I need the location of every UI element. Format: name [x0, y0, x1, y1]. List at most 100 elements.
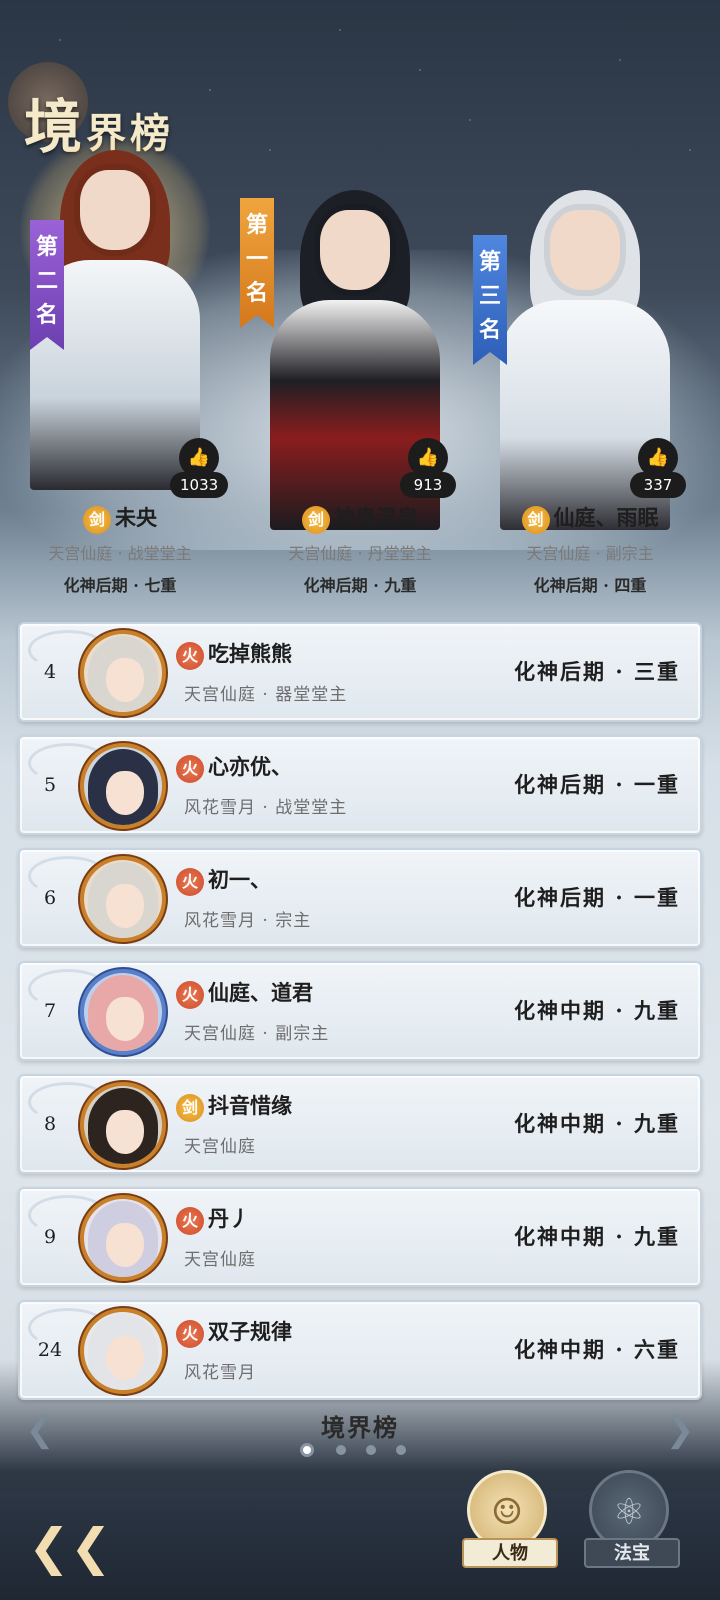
character-face	[320, 210, 390, 290]
ranking-row-self[interactable]: 24 火双子规律 风花雪月 化神中期 · 六重	[18, 1300, 702, 1400]
top-three-podium: 第二名 第一名 第三名 👍 1033 👍 913 👍 337 剑未央 天宫仙庭 …	[0, 130, 720, 610]
player-realm: 化神后期 · 七重	[63, 575, 177, 595]
rank-number: 4	[43, 661, 57, 683]
character-face	[80, 170, 150, 250]
avatar-face	[106, 1336, 144, 1380]
avatar-face	[106, 1223, 144, 1267]
page-dot-active[interactable]	[300, 1443, 314, 1457]
rank-number: 7	[43, 1000, 57, 1022]
like-count: 1033	[180, 476, 219, 494]
player-sect: 天宫仙庭 · 副宗主	[184, 1024, 330, 1044]
fire-element-icon: 火	[176, 867, 204, 896]
avatar-face	[106, 1110, 144, 1154]
avatar[interactable]	[80, 856, 166, 942]
rank-number: 5	[43, 774, 57, 796]
page-dot[interactable]	[396, 1445, 406, 1455]
player-realm: 化神中期 · 九重	[514, 1111, 680, 1136]
player-name: 初一、	[208, 867, 271, 892]
fire-element-icon: 火	[176, 1319, 204, 1348]
like-counter-rank-3[interactable]: 👍 337	[630, 438, 686, 498]
rank-number: 6	[43, 887, 57, 909]
ranking-row[interactable]: 6 火初一、 风花雪月 · 宗主 化神后期 · 一重	[18, 848, 702, 948]
like-counter-rank-1[interactable]: 👍 913	[400, 438, 456, 498]
player-name-line: 剑仙庭、雨眠	[475, 502, 705, 534]
rank-banner-1: 第一名	[240, 198, 274, 328]
tab-person[interactable]: ☺ 人物	[462, 1470, 558, 1590]
avatar[interactable]	[80, 1308, 166, 1394]
rank-banner-3: 第三名	[473, 235, 507, 365]
avatar[interactable]	[80, 630, 166, 716]
player-name-line: 剑未央	[5, 502, 235, 534]
character-face	[550, 210, 620, 290]
top-player-info-2: 剑未央 天宫仙庭 · 战堂堂主 化神后期 · 七重	[5, 502, 235, 596]
player-sect: 天宫仙庭 · 战堂堂主	[48, 543, 192, 563]
ranking-list[interactable]: 4 火吃掉熊熊 天宫仙庭 · 器堂堂主 化神后期 · 三重 5 火心亦优、 风花…	[18, 622, 702, 1413]
avatar-face	[106, 997, 144, 1041]
tab-label: 法宝	[584, 1538, 680, 1568]
sword-element-icon: 剑	[83, 505, 111, 534]
board-title: 境界榜	[321, 1413, 399, 1442]
player-name-line: 剑神蛊温皇	[245, 502, 475, 534]
player-name-line: 火丹丿	[176, 1203, 250, 1235]
tab-label: 人物	[462, 1538, 558, 1568]
player-name-line: 火双子规律	[176, 1316, 292, 1348]
player-name-line: 火初一、	[176, 864, 271, 896]
player-realm: 化神后期 · 三重	[514, 659, 680, 684]
avatar-face	[106, 771, 144, 815]
player-sect: 风花雪月 · 战堂堂主	[184, 798, 348, 818]
player-name-line: 火吃掉熊熊	[176, 638, 292, 670]
sword-element-icon: 剑	[521, 505, 550, 534]
page-dot[interactable]	[336, 1445, 346, 1455]
player-sect: 天宫仙庭 · 器堂堂主	[184, 685, 348, 705]
player-realm: 化神后期 · 一重	[514, 772, 680, 797]
ranking-row[interactable]: 8 剑抖音惜缘 天宫仙庭 化神中期 · 九重	[18, 1074, 702, 1174]
player-name: 吃掉熊熊	[208, 641, 292, 666]
player-name-line: 火仙庭、道君	[176, 977, 313, 1009]
avatar-face	[106, 658, 144, 702]
avatar-face	[106, 884, 144, 928]
back-arrow-icon[interactable]: ❮❮	[28, 1512, 112, 1582]
like-count: 913	[413, 476, 443, 494]
avatar[interactable]	[80, 969, 166, 1055]
fire-element-icon: 火	[176, 641, 204, 670]
ranking-row[interactable]: 7 火仙庭、道君 天宫仙庭 · 副宗主 化神中期 · 九重	[18, 961, 702, 1061]
player-name: 双子规律	[208, 1319, 292, 1344]
next-board-arrow-icon[interactable]: ❯	[660, 1410, 700, 1450]
player-realm: 化神中期 · 九重	[514, 1224, 680, 1249]
player-realm: 化神中期 · 九重	[514, 998, 680, 1023]
like-count: 337	[643, 476, 673, 494]
player-realm: 化神中期 · 六重	[514, 1337, 680, 1362]
rank-number: 9	[43, 1226, 57, 1248]
player-realm: 化神后期 · 一重	[514, 885, 680, 910]
player-name: 心亦优、	[208, 754, 292, 779]
player-realm: 化神后期 · 九重	[303, 575, 417, 595]
avatar[interactable]	[80, 743, 166, 829]
player-sect: 天宫仙庭 · 丹堂堂主	[288, 543, 432, 563]
tab-treasure[interactable]: ⚛ 法宝	[584, 1470, 680, 1590]
thumbs-up-icon[interactable]: 👍	[408, 438, 448, 478]
sword-element-icon: 剑	[302, 505, 330, 534]
ranking-row[interactable]: 9 火丹丿 天宫仙庭 化神中期 · 九重	[18, 1187, 702, 1287]
player-name-line: 火心亦优、	[176, 751, 292, 783]
player-name-line: 剑抖音惜缘	[176, 1090, 292, 1122]
thumbs-up-icon[interactable]: 👍	[638, 438, 678, 478]
rank-number: 8	[43, 1113, 57, 1135]
fire-element-icon: 火	[176, 980, 204, 1009]
ranking-row[interactable]: 5 火心亦优、 风花雪月 · 战堂堂主 化神后期 · 一重	[18, 735, 702, 835]
fire-element-icon: 火	[176, 1206, 204, 1235]
thumbs-up-icon[interactable]: 👍	[179, 438, 220, 478]
player-name: 仙庭、雨眠	[553, 505, 659, 530]
page-indicator	[300, 1443, 420, 1457]
rank-banner-2: 第二名	[30, 220, 64, 350]
avatar[interactable]	[80, 1195, 166, 1281]
player-realm: 化神后期 · 四重	[533, 575, 647, 595]
page-dot[interactable]	[366, 1445, 376, 1455]
player-name: 未央	[115, 505, 157, 530]
fire-element-icon: 火	[176, 754, 204, 783]
avatar[interactable]	[80, 1082, 166, 1168]
top-player-info-1: 剑神蛊温皇 天宫仙庭 · 丹堂堂主 化神后期 · 九重	[245, 502, 475, 596]
player-sect: 天宫仙庭	[184, 1137, 256, 1157]
like-counter-rank-2[interactable]: 👍 1033	[170, 438, 229, 498]
ranking-row[interactable]: 4 火吃掉熊熊 天宫仙庭 · 器堂堂主 化神后期 · 三重	[18, 622, 702, 722]
player-name: 丹丿	[208, 1206, 250, 1231]
